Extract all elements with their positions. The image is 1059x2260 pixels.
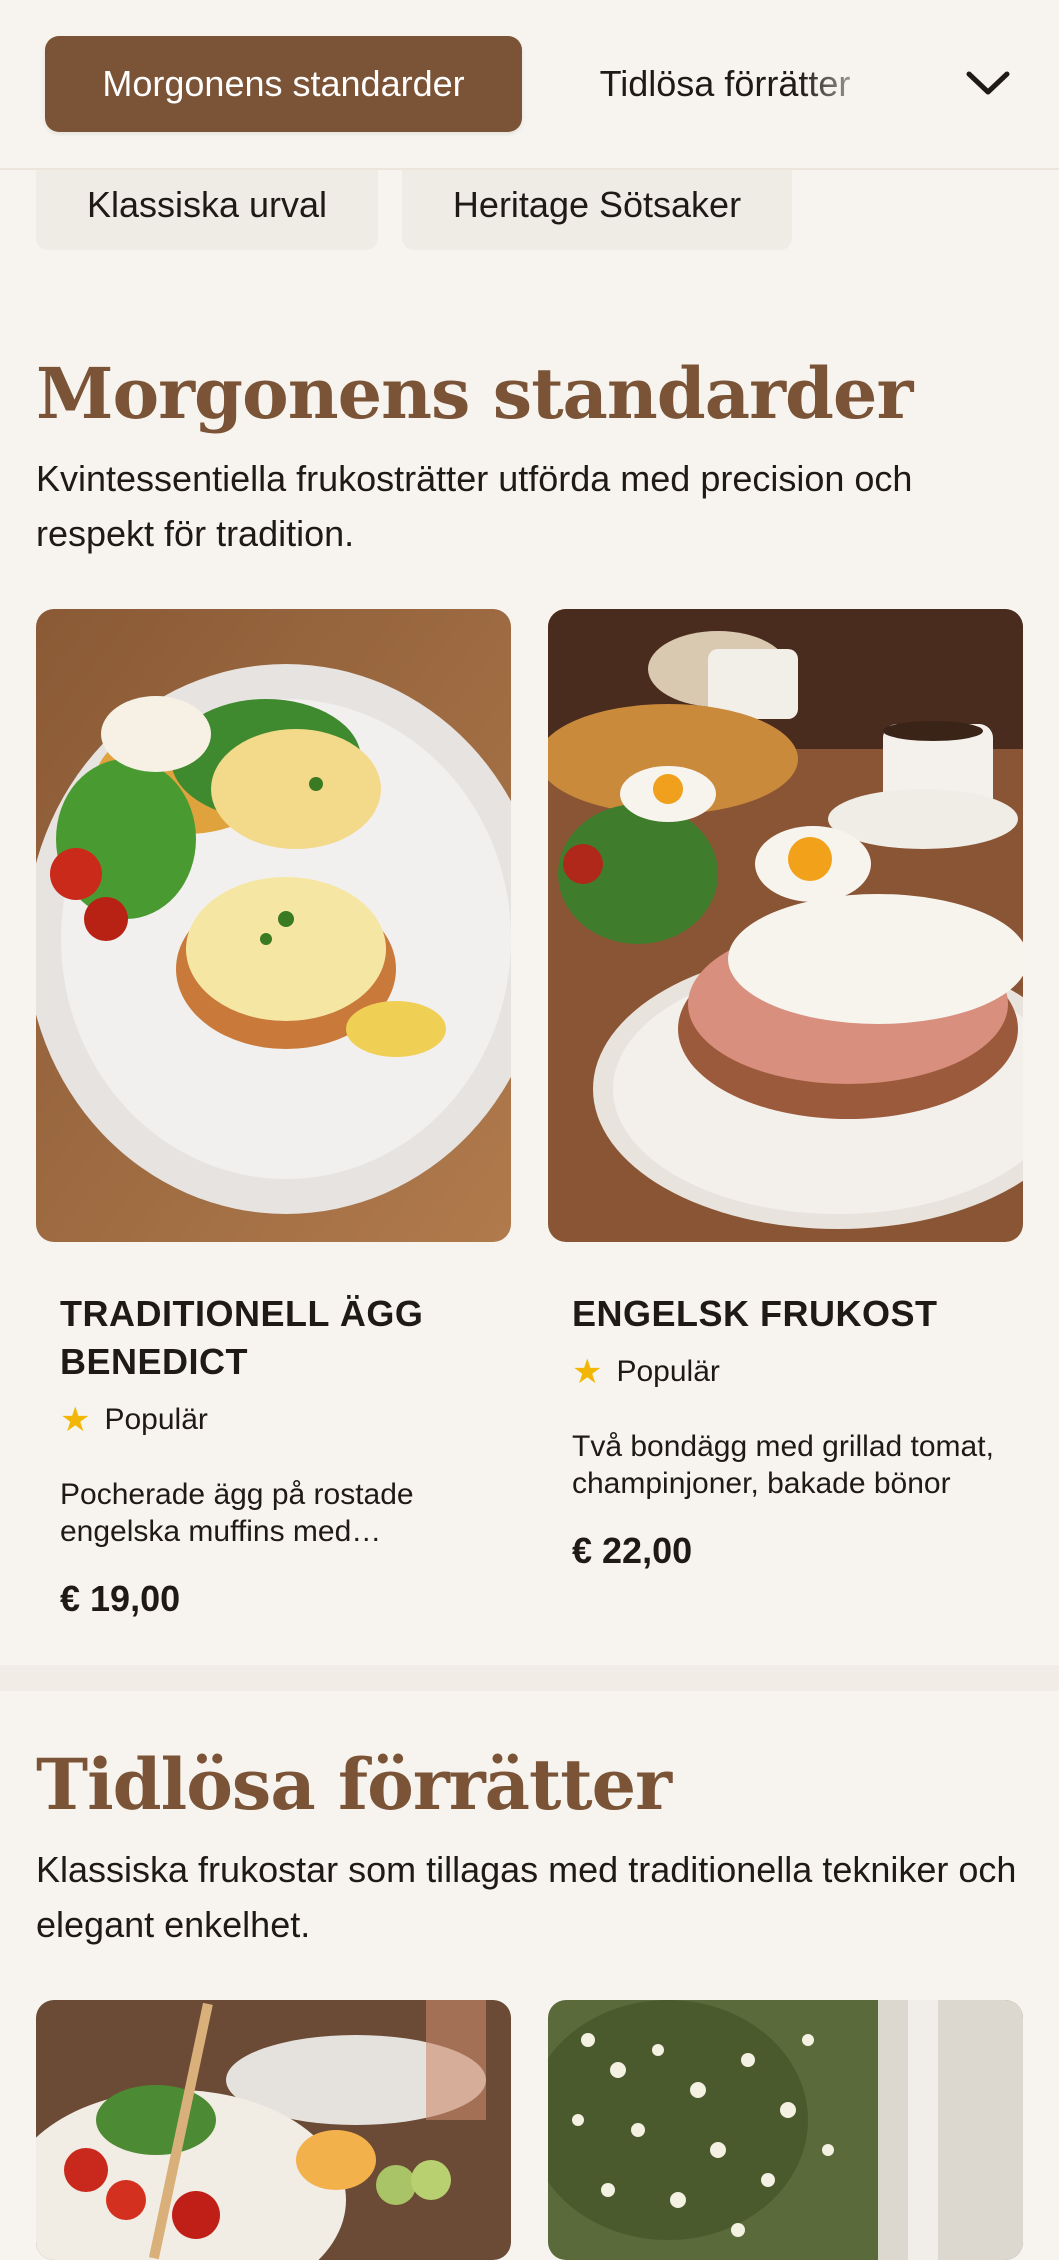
menu-item-card[interactable]: ENGELSK FRUKOST ★ Populär Två bondägg me… (572, 1290, 1002, 1572)
dish-description: Två bondägg med grillad tomat, champinjo… (572, 1430, 994, 1500)
section-title-tidlosa-forratter: Tidlösa förrätter (36, 1743, 672, 1826)
dish-price: € 22,00 (572, 1530, 693, 1571)
popular-label: Populär (104, 1403, 208, 1436)
dish-description: Pocherade ägg på rostade engelska muffin… (60, 1478, 414, 1548)
chip-heritage-sotsaker[interactable]: Heritage Sötsaker (402, 160, 792, 250)
section-description: Kvintessentiella frukosträtter utförda m… (36, 458, 913, 554)
chevron-down-icon[interactable] (960, 55, 1016, 111)
star-icon: ★ (60, 1401, 91, 1439)
category-nav: Morgonens standarder Tidlösa förrätter (0, 0, 1059, 170)
dish-image-flowers[interactable] (548, 2000, 1023, 2260)
menu-item-card[interactable]: TRADITIONELL ÄGG BENEDICT ★ Populär Poch… (60, 1290, 490, 1620)
dish-image-english-breakfast[interactable] (548, 609, 1023, 1242)
popular-label: Populär (616, 1355, 720, 1388)
tab-morgonens-standarder[interactable]: Morgonens standarder (45, 36, 522, 132)
dish-name: ENGELSK FRUKOST (572, 1293, 938, 1334)
dish-price: € 19,00 (60, 1578, 181, 1619)
dish-image-fruit-platter[interactable] (36, 2000, 511, 2260)
dish-image-eggs-benedict[interactable] (36, 609, 511, 1242)
popular-badge: ★ Populär (572, 1352, 1002, 1392)
popular-badge: ★ Populär (60, 1400, 490, 1440)
chip-klassiska-urval[interactable]: Klassiska urval (36, 160, 378, 250)
dish-name: TRADITIONELL ÄGG BENEDICT (60, 1293, 424, 1382)
tab-fade-overlay (800, 40, 890, 130)
section-divider (0, 1665, 1059, 1691)
star-icon: ★ (572, 1353, 603, 1391)
section-title-morgonens-standarder: Morgonens standarder (36, 352, 913, 435)
section-description: Klassiska frukostar som tillagas med tra… (36, 1849, 1017, 1945)
